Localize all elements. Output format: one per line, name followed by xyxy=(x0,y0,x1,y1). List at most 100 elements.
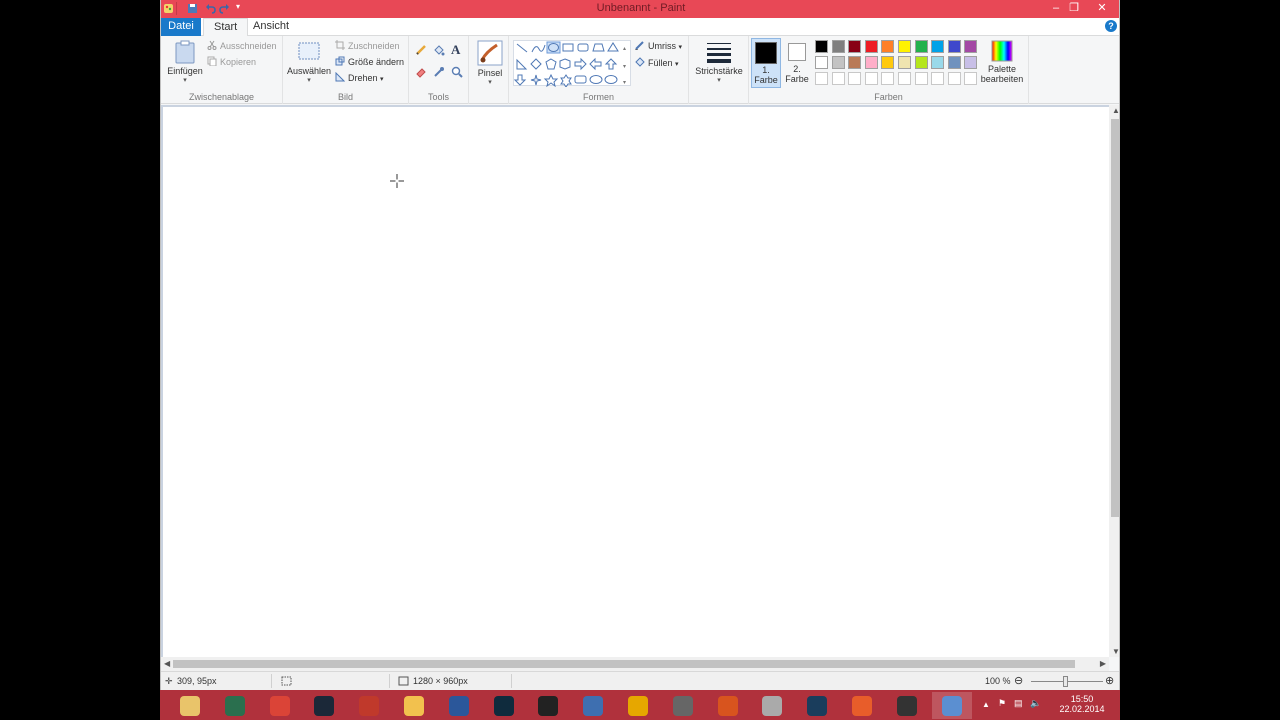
color-swatch[interactable] xyxy=(898,40,911,53)
tab-file[interactable]: Datei xyxy=(161,18,201,36)
text-tool-icon[interactable]: A xyxy=(451,42,460,58)
color-swatch[interactable] xyxy=(864,56,878,69)
vertical-scrollbar[interactable]: ▲ ▼ xyxy=(1109,105,1119,657)
color-swatch[interactable] xyxy=(864,40,878,53)
color-swatch[interactable] xyxy=(815,40,828,53)
taskbar-button[interactable] xyxy=(215,692,255,719)
paste-button[interactable]: Einfügen ▾ xyxy=(165,40,205,84)
taskbar-button[interactable] xyxy=(349,692,389,719)
close-button[interactable]: ✕ xyxy=(1089,0,1115,18)
fill-bucket-icon[interactable] xyxy=(433,44,445,56)
custom-color-slot[interactable] xyxy=(831,72,845,85)
action-center-flag-icon[interactable]: ⚑ xyxy=(998,698,1006,709)
custom-color-slot[interactable] xyxy=(881,72,895,85)
paste-dropdown-icon[interactable]: ▾ xyxy=(165,76,205,84)
custom-color-slot[interactable] xyxy=(815,72,828,85)
color-picker-icon[interactable] xyxy=(433,66,445,78)
taskbar-button[interactable] xyxy=(887,692,927,719)
shapes-gallery[interactable]: ▴ ▾ ▾ xyxy=(513,40,631,88)
color-swatch[interactable] xyxy=(931,56,945,69)
rotate-button[interactable]: Drehen ▾ xyxy=(335,71,384,85)
taskbar-button[interactable] xyxy=(304,692,344,719)
taskbar-button[interactable] xyxy=(170,692,210,719)
volume-icon[interactable]: 🔈 xyxy=(1030,698,1041,709)
taskbar-button[interactable] xyxy=(663,692,703,719)
vertical-scroll-thumb[interactable] xyxy=(1111,119,1119,517)
select-button[interactable]: Auswählen ▾ xyxy=(285,40,333,84)
network-icon[interactable]: ▤ xyxy=(1014,698,1023,709)
color-swatch[interactable] xyxy=(964,40,978,53)
color-swatch[interactable] xyxy=(931,40,945,53)
color-swatch[interactable] xyxy=(881,40,895,53)
taskbar-button[interactable] xyxy=(439,692,479,719)
taskbar-button[interactable] xyxy=(260,692,300,719)
color-swatch[interactable] xyxy=(848,56,862,69)
pencil-icon[interactable] xyxy=(415,44,427,56)
eraser-icon[interactable] xyxy=(415,66,427,78)
custom-color-slot[interactable] xyxy=(848,72,862,85)
tab-view[interactable]: Ansicht xyxy=(243,18,299,36)
help-icon[interactable]: ? xyxy=(1105,20,1117,32)
taskbar-button[interactable] xyxy=(484,692,524,719)
zoom-in-icon[interactable]: ⊕ xyxy=(1105,674,1114,687)
horizontal-scroll-thumb[interactable] xyxy=(173,660,1075,668)
custom-color-slot[interactable] xyxy=(914,72,928,85)
fill-label: Füllen xyxy=(648,58,673,68)
color-swatch[interactable] xyxy=(881,56,895,69)
resize-button[interactable]: Größe ändern xyxy=(335,55,404,69)
custom-color-slot[interactable] xyxy=(898,72,911,85)
restore-button[interactable]: ❐ xyxy=(1061,0,1087,18)
taskbar-button[interactable] xyxy=(931,692,972,719)
drawing-canvas[interactable] xyxy=(163,107,1109,657)
show-hidden-icons-icon[interactable]: ▲ xyxy=(982,700,990,709)
crop-button[interactable]: Zuschneiden xyxy=(335,39,400,53)
taskbar-button[interactable] xyxy=(394,692,434,719)
taskbar-button[interactable] xyxy=(618,692,658,719)
tab-start[interactable]: Start xyxy=(203,18,249,37)
tray-clock[interactable]: 15:50 22.02.2014 xyxy=(1052,694,1112,714)
magnifier-icon[interactable] xyxy=(451,66,463,78)
clipboard-group-label: Zwischenablage xyxy=(188,92,255,102)
explorer-icon xyxy=(180,696,200,716)
color-swatch[interactable] xyxy=(848,40,862,53)
color-swatch[interactable] xyxy=(947,56,961,69)
scroll-down-icon[interactable]: ▼ xyxy=(1112,647,1119,656)
color-swatch[interactable] xyxy=(898,56,911,69)
taskbar-button[interactable] xyxy=(797,692,837,719)
fill-button[interactable]: Füllen ▾ xyxy=(635,56,679,70)
color-swatch[interactable] xyxy=(914,40,928,53)
color-swatch[interactable] xyxy=(964,56,978,69)
color-swatch[interactable] xyxy=(831,56,845,69)
brushes-button[interactable]: Pinsel ▾ xyxy=(473,40,507,86)
color-swatch[interactable] xyxy=(947,40,961,53)
zoom-out-icon[interactable]: ⊖ xyxy=(1014,674,1023,687)
color1-button[interactable]: 1. Farbe xyxy=(751,38,781,88)
taskbar-button[interactable] xyxy=(708,692,748,719)
orange-icon xyxy=(852,696,872,716)
outline-button[interactable]: Umriss ▾ xyxy=(635,39,682,53)
select-dropdown-icon[interactable]: ▾ xyxy=(285,76,333,84)
custom-color-slot[interactable] xyxy=(931,72,945,85)
size-button[interactable]: Strichstärke ▾ xyxy=(689,40,749,84)
fill-dropdown-icon: ▾ xyxy=(675,61,679,68)
color-swatch[interactable] xyxy=(914,56,928,69)
scissors-icon xyxy=(207,40,217,50)
scroll-right-icon[interactable]: ▶ xyxy=(1100,659,1106,668)
custom-color-slot[interactable] xyxy=(947,72,961,85)
taskbar-button[interactable] xyxy=(573,692,613,719)
horizontal-scrollbar[interactable]: ◀ ▶ xyxy=(161,657,1109,671)
taskbar-button[interactable] xyxy=(752,692,792,719)
custom-color-slot[interactable] xyxy=(964,72,978,85)
scroll-left-icon[interactable]: ◀ xyxy=(164,659,170,668)
taskbar-button[interactable] xyxy=(528,692,568,719)
edit-colors-button[interactable]: Palette bearbeiten xyxy=(979,40,1025,84)
color2-button[interactable]: 2. Farbe xyxy=(783,38,811,88)
color-swatch[interactable] xyxy=(831,40,845,53)
taskbar-button[interactable] xyxy=(842,692,882,719)
cut-button[interactable]: Ausschneiden xyxy=(207,39,277,53)
copy-button[interactable]: Kopieren xyxy=(207,55,256,69)
scroll-up-icon[interactable]: ▲ xyxy=(1112,106,1119,115)
zoom-slider-thumb[interactable] xyxy=(1063,676,1068,687)
custom-color-slot[interactable] xyxy=(864,72,878,85)
color-swatch[interactable] xyxy=(815,56,828,69)
